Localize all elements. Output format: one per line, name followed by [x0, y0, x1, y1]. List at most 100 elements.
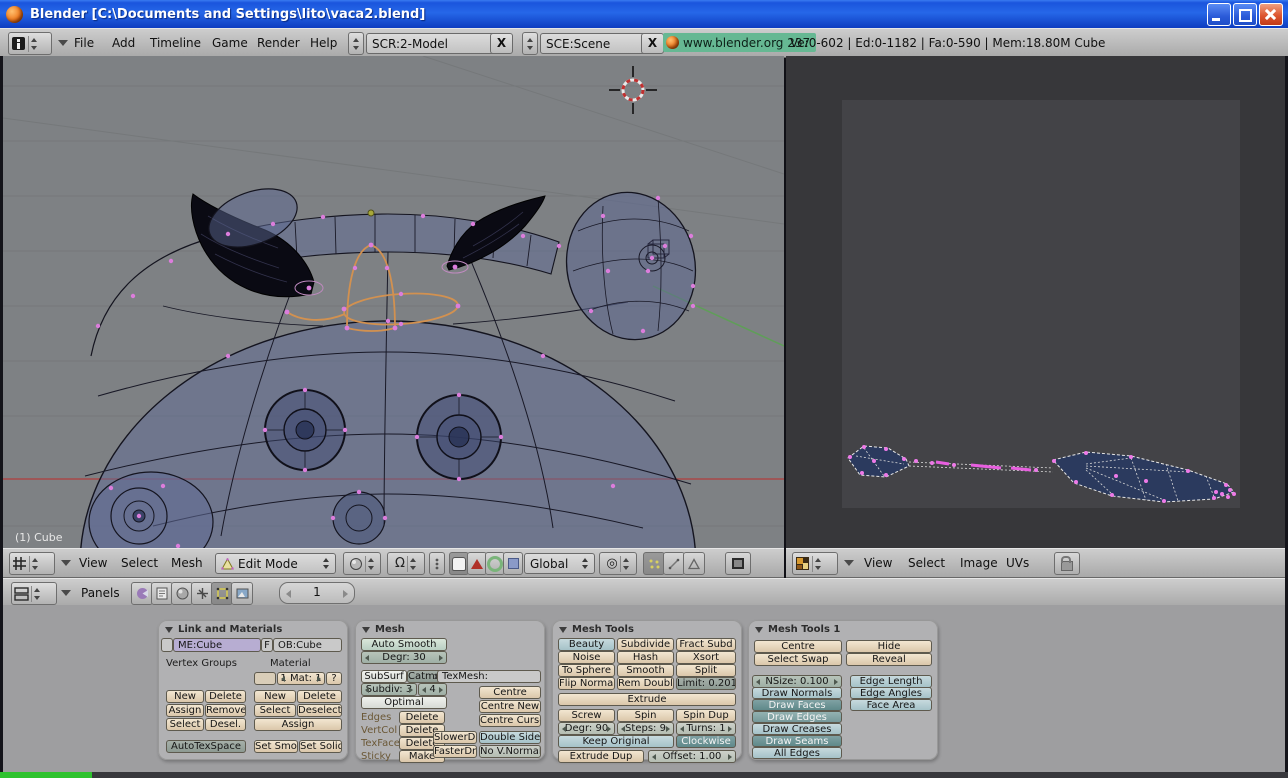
- set-smooth-button[interactable]: Set Smooth: [254, 740, 298, 753]
- screen-browse-button[interactable]: [348, 32, 364, 55]
- menu-panels[interactable]: Panels: [81, 586, 120, 600]
- rem-double-button[interactable]: Rem Double: [617, 677, 674, 690]
- centre-new-button[interactable]: Centre New: [479, 700, 541, 713]
- steps-field[interactable]: Steps: 9: [617, 722, 674, 735]
- select-swap-button[interactable]: Select Swap: [754, 653, 842, 666]
- menu-render[interactable]: Render: [257, 36, 300, 50]
- menu-mesh[interactable]: Mesh: [171, 556, 203, 570]
- editor-type-stepper[interactable]: [28, 35, 38, 52]
- draw-faces-toggle[interactable]: Draw Faces: [752, 699, 842, 711]
- subdiv-field[interactable]: Subdiv: 3: [361, 683, 417, 696]
- vgroup-assign-button[interactable]: Assign: [166, 704, 204, 717]
- fract-subd-button[interactable]: Fract Subd: [676, 638, 736, 651]
- slower-draw-button[interactable]: SlowerDra: [433, 731, 477, 744]
- beauty-toggle[interactable]: Beauty: [558, 638, 615, 651]
- pivot-stepper[interactable]: [619, 555, 630, 572]
- window-titlebar[interactable]: Blender [C:\Documents and Settings\lito\…: [0, 0, 1288, 28]
- panel-collapse-icon[interactable]: [362, 627, 370, 633]
- editor-type-stepper[interactable]: [31, 585, 41, 602]
- edge-angles-toggle[interactable]: Edge Angles: [850, 687, 932, 699]
- collapse-menus-icon[interactable]: [58, 40, 68, 46]
- object-name-field[interactable]: OB:Cube: [273, 638, 342, 652]
- panel-collapse-icon[interactable]: [755, 627, 763, 633]
- minimize-button[interactable]: [1207, 3, 1231, 26]
- rotation-stepper[interactable]: [406, 555, 417, 572]
- logic-context-button[interactable]: [131, 582, 153, 605]
- face-area-toggle[interactable]: Face Area: [850, 699, 932, 711]
- menu-file[interactable]: File: [74, 36, 94, 50]
- subdivide-button[interactable]: Subdivide: [617, 638, 674, 651]
- menu-help[interactable]: Help: [310, 36, 337, 50]
- draw-type-button[interactable]: [343, 552, 381, 575]
- panel-link-and-materials[interactable]: Link and Materials ME:Cube F OB:Cube Ver…: [158, 620, 348, 760]
- manipulator-toggle-button[interactable]: [449, 552, 469, 575]
- rotation-mode-button[interactable]: Ω: [387, 552, 425, 575]
- collapse-menus-icon[interactable]: [61, 589, 71, 596]
- scene-browse-button[interactable]: [522, 32, 538, 55]
- draw-seams-toggle[interactable]: Draw Seams: [752, 735, 842, 747]
- manipulator-translate-button[interactable]: [467, 552, 487, 575]
- menu-timeline[interactable]: Timeline: [150, 36, 201, 50]
- extrude-button[interactable]: Extrude: [558, 693, 736, 706]
- material-assign-button[interactable]: Assign: [254, 718, 342, 731]
- to-sphere-button[interactable]: To Sphere: [558, 664, 615, 677]
- fake-user-button[interactable]: F: [261, 638, 273, 652]
- menu-select[interactable]: Select: [121, 556, 158, 570]
- draw-normals-toggle[interactable]: Draw Normals: [752, 687, 842, 699]
- editor-type-stepper[interactable]: [29, 555, 39, 572]
- hash-button[interactable]: Hash: [617, 651, 674, 664]
- uv-lock-button[interactable]: [1054, 552, 1080, 575]
- menu-view[interactable]: View: [864, 556, 892, 570]
- menu-image[interactable]: Image: [960, 556, 998, 570]
- reveal-button[interactable]: Reveal: [846, 653, 932, 666]
- split-button[interactable]: Split: [676, 664, 736, 677]
- manipulator-scale-button[interactable]: [503, 552, 523, 575]
- script-context-button[interactable]: [151, 582, 173, 605]
- editing-context-button[interactable]: [211, 582, 233, 605]
- flip-normals-button[interactable]: Flip Normals: [558, 677, 615, 690]
- manipulator-rotate-button[interactable]: [485, 552, 505, 575]
- screen-selector[interactable]: SCR:2-Model: [366, 33, 501, 54]
- material-select-button[interactable]: Select: [254, 704, 296, 717]
- editor-type-button-info[interactable]: [8, 32, 52, 55]
- object-context-button[interactable]: [191, 582, 213, 605]
- render-preview-button[interactable]: [725, 552, 751, 575]
- extrude-dup-button[interactable]: Extrude Dup: [558, 750, 644, 763]
- proportional-edit-button[interactable]: [429, 552, 445, 575]
- smooth-button[interactable]: Smooth: [617, 664, 674, 677]
- subdiv-render-field[interactable]: 4: [418, 683, 447, 696]
- draw-edges-toggle[interactable]: Draw Edges: [752, 711, 842, 723]
- editor-type-stepper[interactable]: [812, 555, 822, 572]
- viewport-3d[interactable]: (1) Cube View Select Mesh Edit Mode Ω Gl…: [2, 55, 785, 778]
- uv-editor-canvas[interactable]: [786, 56, 1285, 550]
- material-counter[interactable]: 1 Mat: 1: [277, 672, 325, 685]
- restore-button[interactable]: [1233, 3, 1257, 26]
- menu-view[interactable]: View: [79, 556, 107, 570]
- no-vnormal-flip-toggle[interactable]: No V.Normal Fli: [479, 745, 541, 758]
- double-sided-toggle[interactable]: Double Sided: [479, 731, 541, 744]
- pivot-point-button[interactable]: ◎: [599, 552, 637, 575]
- scene-context-button[interactable]: [231, 582, 253, 605]
- all-edges-toggle[interactable]: All Edges: [752, 747, 842, 759]
- panel-mesh[interactable]: Mesh Auto Smooth Degr: 30 SubSurf Catmul…: [355, 620, 545, 763]
- shading-context-button[interactable]: [171, 582, 193, 605]
- menu-add[interactable]: Add: [112, 36, 135, 50]
- autotexspace-toggle[interactable]: AutoTexSpace: [166, 740, 246, 753]
- material-deselect-button[interactable]: Deselect: [297, 704, 342, 717]
- edges-delete-button[interactable]: Delete: [399, 711, 445, 724]
- centre-button[interactable]: Centre: [754, 640, 842, 653]
- close-button[interactable]: [1259, 3, 1283, 26]
- centre-button[interactable]: Centre: [479, 686, 541, 699]
- edge-select-button[interactable]: [663, 552, 685, 575]
- faster-draw-button[interactable]: FasterDra: [433, 745, 477, 758]
- panel-collapse-icon[interactable]: [165, 627, 173, 633]
- draw-type-stepper[interactable]: [365, 555, 375, 572]
- set-solid-button[interactable]: Set Solid: [299, 740, 342, 753]
- spin-button[interactable]: Spin: [617, 709, 674, 722]
- screw-button[interactable]: Screw: [558, 709, 615, 722]
- screen-delete-button[interactable]: X: [490, 33, 513, 54]
- vgroup-delete-button[interactable]: Delete: [205, 690, 246, 703]
- spin-dup-button[interactable]: Spin Dup: [676, 709, 736, 722]
- vgroup-remove-button[interactable]: Remove: [205, 704, 246, 717]
- degr-field[interactable]: Degr: 30: [361, 651, 447, 664]
